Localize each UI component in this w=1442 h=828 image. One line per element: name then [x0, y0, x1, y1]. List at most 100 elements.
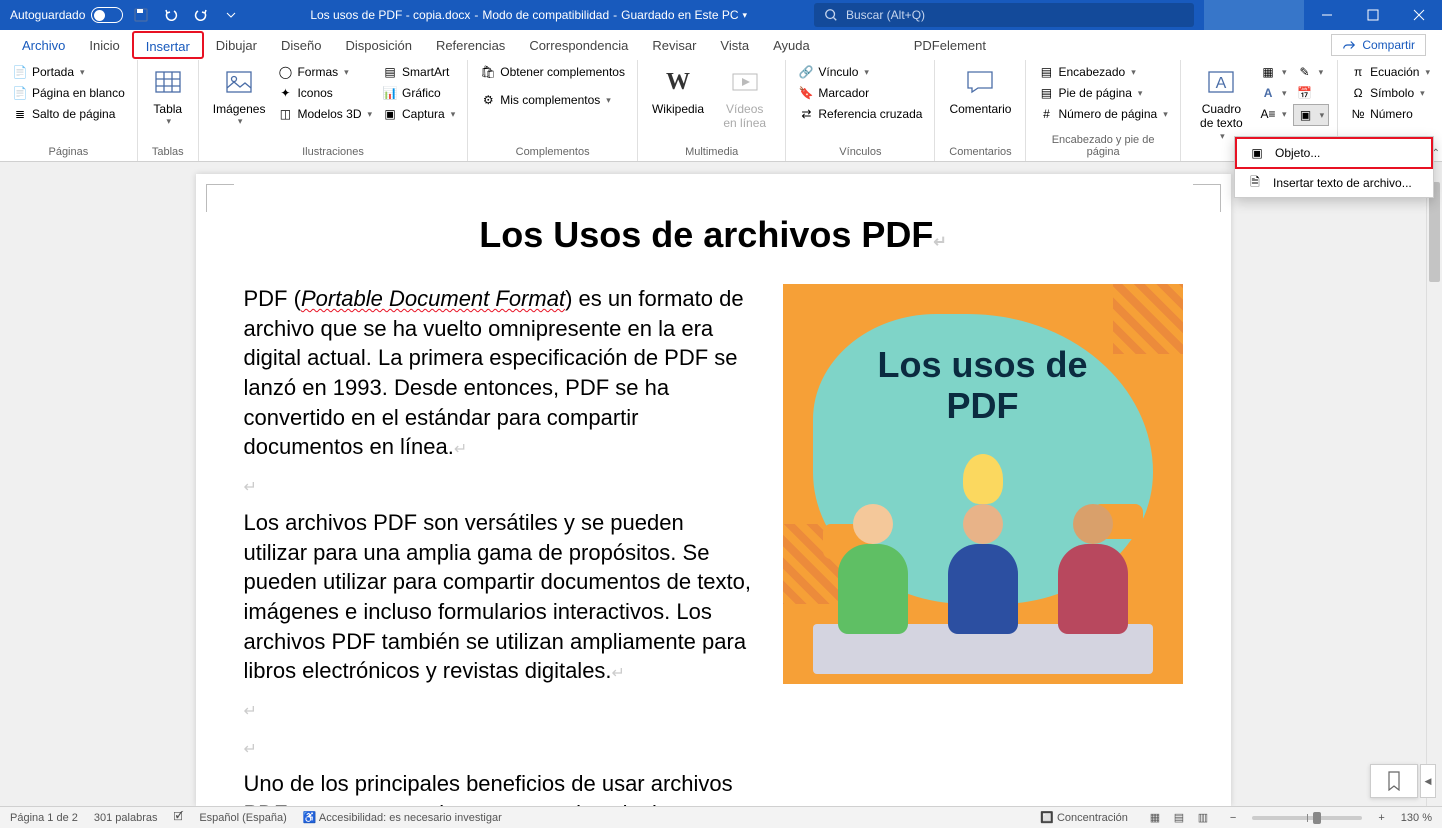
videos-button[interactable]: Vídeos en línea [712, 62, 777, 135]
images-icon [223, 66, 255, 98]
obtener-complementos-button[interactable]: 🛍Obtener complementos [476, 62, 629, 82]
pagenum-icon: # [1038, 106, 1054, 122]
numero-button[interactable]: №Número [1346, 104, 1434, 124]
tab-dibujar[interactable]: Dibujar [204, 32, 269, 59]
share-button[interactable]: Compartir [1331, 34, 1426, 56]
group-paginas-label: Páginas [48, 144, 88, 161]
dropcap-button[interactable]: A≡▾ [1256, 104, 1291, 124]
comment-icon [964, 66, 996, 98]
simbolo-button[interactable]: ΩSímbolo▾ [1346, 83, 1434, 103]
marcador-button[interactable]: 🔖Marcador [794, 83, 926, 103]
ribbon: 📄Portada▾ 📄Página en blanco ≣Salto de pá… [0, 60, 1442, 162]
grafico-button[interactable]: 📊Gráfico [378, 83, 459, 103]
wordart-button[interactable]: A▾ [1256, 83, 1291, 103]
signature-icon: ✎ [1297, 64, 1313, 80]
tab-archivo[interactable]: Archivo [10, 32, 77, 59]
referencia-cruzada-button[interactable]: ⇄Referencia cruzada [794, 104, 926, 124]
tab-referencias[interactable]: Referencias [424, 32, 517, 59]
object-icon: ▣ [1298, 107, 1314, 123]
zoom-in-button[interactable]: + [1378, 812, 1384, 824]
wikipedia-button[interactable]: W Wikipedia [646, 62, 710, 120]
bookmark-ribbon-icon [1386, 771, 1402, 791]
vertical-scrollbar[interactable] [1426, 162, 1442, 806]
encabezado-button[interactable]: ▤Encabezado▾ [1034, 62, 1171, 82]
minimize-button[interactable] [1304, 0, 1350, 30]
share-icon [1342, 38, 1356, 52]
read-mode-button[interactable]: ▦ [1144, 809, 1166, 827]
tab-disposicion[interactable]: Disposición [333, 32, 423, 59]
doc-text[interactable]: PDF (Portable Document Format) es un for… [244, 284, 753, 806]
file-text-icon: 🗎 [1247, 175, 1263, 191]
modelos3d-button[interactable]: ◫Modelos 3D▾ [273, 104, 376, 124]
tab-revisar[interactable]: Revisar [640, 32, 708, 59]
tab-addin[interactable] [822, 39, 902, 51]
zoom-level[interactable]: 130 % [1401, 812, 1432, 824]
tab-insertar[interactable]: Insertar [132, 31, 204, 59]
smartart-button[interactable]: ▤SmartArt [378, 62, 459, 82]
cube-icon: ◫ [277, 106, 293, 122]
link-icon: 🔗 [798, 64, 814, 80]
numero-pagina-button[interactable]: #Número de página▾ [1034, 104, 1171, 124]
document-area[interactable]: Los Usos de archivos PDF↵ PDF (Portable … [0, 162, 1426, 806]
quickparts-button[interactable]: ▦▾ [1256, 62, 1291, 82]
pagina-blanco-button[interactable]: 📄Página en blanco [8, 83, 129, 103]
signature-button[interactable]: ✎▾ [1293, 62, 1330, 82]
tab-ayuda[interactable]: Ayuda [761, 32, 822, 59]
undo-button[interactable] [159, 3, 183, 27]
tabla-button[interactable]: Tabla▾ [146, 62, 190, 131]
comentario-button[interactable]: Comentario [943, 62, 1017, 120]
cuadro-texto-button[interactable]: A Cuadro de texto▾ [1189, 62, 1254, 146]
zoom-out-button[interactable]: − [1230, 812, 1236, 824]
symbol-icon: Ω [1350, 85, 1366, 101]
tab-pdfelement[interactable]: PDFelement [902, 32, 998, 59]
dropdown-objeto[interactable]: ▣ Objeto... [1235, 137, 1433, 169]
ribbon-tabs: Archivo Inicio Insertar Dibujar Diseño D… [0, 30, 1442, 60]
redo-button[interactable] [189, 3, 213, 27]
tab-diseno[interactable]: Diseño [269, 32, 333, 59]
proofing-icon[interactable]: 🗹 [174, 808, 184, 827]
vinculo-button[interactable]: 🔗Vínculo▾ [794, 62, 926, 82]
close-button[interactable] [1396, 0, 1442, 30]
datetime-button[interactable]: 📅 [1293, 83, 1330, 103]
autosave-toggle[interactable] [91, 7, 123, 23]
bookmark-icon: 🔖 [798, 85, 814, 101]
print-layout-button[interactable]: ▤ [1168, 809, 1190, 827]
formas-button[interactable]: ◯Formas▾ [273, 62, 376, 82]
textbox-icon: A [1205, 66, 1237, 98]
web-layout-button[interactable]: ▥ [1192, 809, 1214, 827]
ecuacion-button[interactable]: πEcuación▾ [1346, 62, 1434, 82]
tab-inicio[interactable]: Inicio [77, 32, 131, 59]
salto-pagina-button[interactable]: ≣Salto de página [8, 104, 129, 124]
captura-button[interactable]: ▣Captura▾ [378, 104, 459, 124]
tab-correspondencia[interactable]: Correspondencia [517, 32, 640, 59]
equation-icon: π [1350, 64, 1366, 80]
search-input[interactable]: Buscar (Alt+Q) [814, 3, 1194, 27]
video-icon [729, 66, 761, 98]
qat-dropdown[interactable] [219, 3, 243, 27]
tab-vista[interactable]: Vista [708, 32, 761, 59]
portada-button[interactable]: 📄Portada▾ [8, 62, 129, 82]
word-count[interactable]: 301 palabras [94, 812, 158, 824]
screenshot-icon: ▣ [382, 106, 398, 122]
object-button[interactable]: ▣▾ [1293, 104, 1330, 126]
page-indicator[interactable]: Página 1 de 2 [10, 812, 78, 824]
focus-mode-button[interactable]: 🔲 Concentración [1040, 811, 1128, 824]
zoom-slider[interactable] [1252, 816, 1362, 820]
accessibility-indicator[interactable]: ♿ Accesibilidad: es necesario investigar [303, 811, 502, 824]
pie-pagina-button[interactable]: ▤Pie de página▾ [1034, 83, 1171, 103]
chart-icon: 📊 [382, 85, 398, 101]
statusbar: Página 1 de 2 301 palabras 🗹 Español (Es… [0, 806, 1442, 828]
iconos-button[interactable]: ✦Iconos [273, 83, 376, 103]
titlebar: Autoguardado Los usos de PDF - copia.doc… [0, 0, 1442, 30]
wikipedia-icon: W [662, 66, 694, 98]
save-button[interactable] [129, 3, 153, 27]
maximize-button[interactable] [1350, 0, 1396, 30]
imagenes-button[interactable]: Imágenes▾ [207, 62, 272, 131]
language-indicator[interactable]: Español (España) [199, 812, 286, 824]
bookmark-chevron[interactable]: ◀ [1420, 764, 1436, 798]
mis-complementos-button[interactable]: ⚙Mis complementos▾ [476, 90, 629, 110]
dropdown-insertar-texto[interactable]: 🗎 Insertar texto de archivo... [1235, 169, 1433, 197]
bookmark-tab[interactable] [1370, 764, 1418, 798]
object-dropdown-menu: ▣ Objeto... 🗎 Insertar texto de archivo.… [1234, 136, 1434, 198]
user-account[interactable] [1204, 0, 1304, 30]
